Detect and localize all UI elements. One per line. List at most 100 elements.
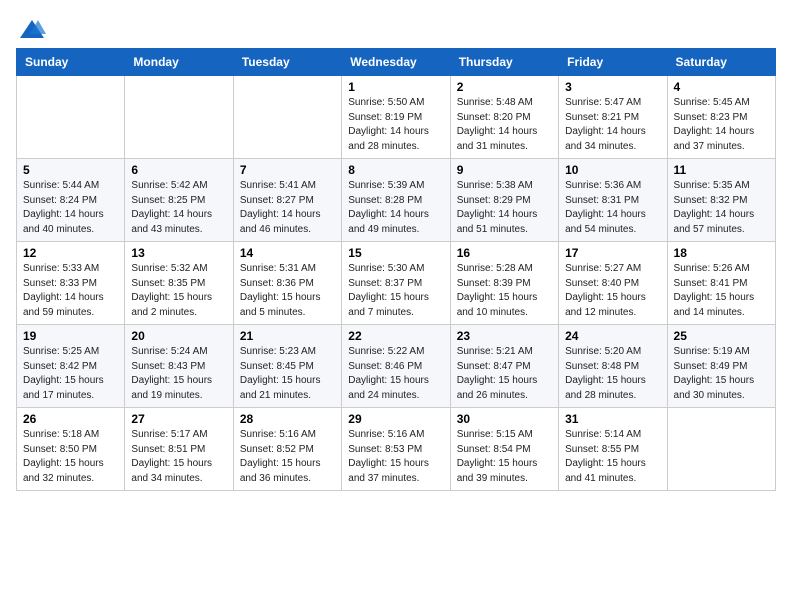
day-number: 16 xyxy=(457,246,552,260)
calendar-cell: 2 Sunrise: 5:48 AM Sunset: 8:20 PM Daylig… xyxy=(450,76,558,159)
day-number: 9 xyxy=(457,163,552,177)
day-number: 20 xyxy=(131,329,226,343)
day-number: 28 xyxy=(240,412,335,426)
day-info: Sunrise: 5:41 AM Sunset: 8:27 PM Dayligh… xyxy=(240,179,335,237)
calendar-cell: 3Sunrise: 5:47 AM Sunset: 8:21 PM Daylig… xyxy=(559,76,667,159)
calendar-cell: 19Sunrise: 5:25 AM Sunset: 8:42 PM Dayli… xyxy=(17,325,125,408)
day-info: Sunrise: 5:50 AM Sunset: 8:19 PM Dayligh… xyxy=(348,96,443,154)
weekday-sunday: Sunday xyxy=(17,49,125,76)
calendar-week-3: 12 Sunrise: 5:33 AM Sunset: 8:33 PM Dayli… xyxy=(17,242,776,325)
day-info: Sunrise: 5:27 AM Sunset: 8:40 PM Dayligh… xyxy=(565,262,660,320)
day-info: Sunrise: 5:28 AM Sunset: 8:39 PM Dayligh… xyxy=(457,262,552,320)
page-header xyxy=(16,16,776,40)
day-info: Sunrise: 5:16 AM Sunset: 8:52 PM Dayligh… xyxy=(240,428,335,486)
day-info: Sunrise: 5:39 AM Sunset: 8:28 PM Dayligh… xyxy=(348,179,443,237)
calendar-cell: 22 Sunrise: 5:22 AM Sunset: 8:46 PM Dayli… xyxy=(342,325,450,408)
day-number: 5 xyxy=(23,163,118,177)
day-info: Sunrise: 5:21 AM Sunset: 8:47 PM Dayligh… xyxy=(457,345,552,403)
day-info: Sunrise: 5:42 AM Sunset: 8:25 PM Dayligh… xyxy=(131,179,226,237)
weekday-monday: Monday xyxy=(125,49,233,76)
calendar-cell: 1Sunrise: 5:50 AM Sunset: 8:19 PM Daylig… xyxy=(342,76,450,159)
calendar-cell: 11Sunrise: 5:35 AM Sunset: 8:32 PM Dayli… xyxy=(667,159,775,242)
day-number: 30 xyxy=(457,412,552,426)
calendar-cell xyxy=(233,76,341,159)
day-info: Sunrise: 5:14 AM Sunset: 8:55 PM Dayligh… xyxy=(565,428,660,486)
weekday-tuesday: Tuesday xyxy=(233,49,341,76)
weekday-friday: Friday xyxy=(559,49,667,76)
calendar-cell: 14 Sunrise: 5:31 AM Sunset: 8:36 PM Dayli… xyxy=(233,242,341,325)
day-info: Sunrise: 5:23 AM Sunset: 8:45 PM Dayligh… xyxy=(240,345,335,403)
day-number: 13 xyxy=(131,246,226,260)
day-number: 27 xyxy=(131,412,226,426)
calendar-cell: 17 Sunrise: 5:27 AM Sunset: 8:40 PM Dayli… xyxy=(559,242,667,325)
calendar-cell: 9 Sunrise: 5:38 AM Sunset: 8:29 PM Daylig… xyxy=(450,159,558,242)
calendar-cell: 12 Sunrise: 5:33 AM Sunset: 8:33 PM Dayli… xyxy=(17,242,125,325)
day-info: Sunrise: 5:16 AM Sunset: 8:53 PM Dayligh… xyxy=(348,428,443,486)
calendar-cell: 29 Sunrise: 5:16 AM Sunset: 8:53 PM Dayli… xyxy=(342,408,450,491)
day-info: Sunrise: 5:26 AM Sunset: 8:41 PM Dayligh… xyxy=(674,262,769,320)
calendar-cell: 4 Sunrise: 5:45 AM Sunset: 8:23 PM Daylig… xyxy=(667,76,775,159)
calendar-cell: 30Sunrise: 5:15 AM Sunset: 8:54 PM Dayli… xyxy=(450,408,558,491)
calendar-week-4: 19Sunrise: 5:25 AM Sunset: 8:42 PM Dayli… xyxy=(17,325,776,408)
day-number: 3 xyxy=(565,80,660,94)
weekday-wednesday: Wednesday xyxy=(342,49,450,76)
day-number: 18 xyxy=(674,246,769,260)
day-info: Sunrise: 5:48 AM Sunset: 8:20 PM Dayligh… xyxy=(457,96,552,154)
day-info: Sunrise: 5:20 AM Sunset: 8:48 PM Dayligh… xyxy=(565,345,660,403)
day-number: 7 xyxy=(240,163,335,177)
calendar-cell: 25 Sunrise: 5:19 AM Sunset: 8:49 PM Dayli… xyxy=(667,325,775,408)
day-info: Sunrise: 5:36 AM Sunset: 8:31 PM Dayligh… xyxy=(565,179,660,237)
day-info: Sunrise: 5:35 AM Sunset: 8:32 PM Dayligh… xyxy=(674,179,769,237)
day-info: Sunrise: 5:38 AM Sunset: 8:29 PM Dayligh… xyxy=(457,179,552,237)
day-info: Sunrise: 5:44 AM Sunset: 8:24 PM Dayligh… xyxy=(23,179,118,237)
day-number: 19 xyxy=(23,329,118,343)
day-number: 12 xyxy=(23,246,118,260)
calendar-cell: 31Sunrise: 5:14 AM Sunset: 8:55 PM Dayli… xyxy=(559,408,667,491)
day-info: Sunrise: 5:45 AM Sunset: 8:23 PM Dayligh… xyxy=(674,96,769,154)
day-info: Sunrise: 5:32 AM Sunset: 8:35 PM Dayligh… xyxy=(131,262,226,320)
calendar-cell: 13 Sunrise: 5:32 AM Sunset: 8:35 PM Dayli… xyxy=(125,242,233,325)
day-number: 4 xyxy=(674,80,769,94)
day-number: 25 xyxy=(674,329,769,343)
calendar-cell: 7 Sunrise: 5:41 AM Sunset: 8:27 PM Daylig… xyxy=(233,159,341,242)
calendar-cell: 18 Sunrise: 5:26 AM Sunset: 8:41 PM Dayli… xyxy=(667,242,775,325)
day-info: Sunrise: 5:18 AM Sunset: 8:50 PM Dayligh… xyxy=(23,428,118,486)
weekday-header-row: SundayMondayTuesdayWednesdayThursdayFrid… xyxy=(17,49,776,76)
day-number: 22 xyxy=(348,329,443,343)
logo xyxy=(16,16,46,40)
calendar-cell xyxy=(125,76,233,159)
calendar-cell: 26 Sunrise: 5:18 AM Sunset: 8:50 PM Dayli… xyxy=(17,408,125,491)
calendar-week-2: 5 Sunrise: 5:44 AM Sunset: 8:24 PM Daylig… xyxy=(17,159,776,242)
weekday-saturday: Saturday xyxy=(667,49,775,76)
calendar-cell: 20 Sunrise: 5:24 AM Sunset: 8:43 PM Dayli… xyxy=(125,325,233,408)
day-info: Sunrise: 5:31 AM Sunset: 8:36 PM Dayligh… xyxy=(240,262,335,320)
calendar-cell: 23 Sunrise: 5:21 AM Sunset: 8:47 PM Dayli… xyxy=(450,325,558,408)
day-info: Sunrise: 5:17 AM Sunset: 8:51 PM Dayligh… xyxy=(131,428,226,486)
day-info: Sunrise: 5:33 AM Sunset: 8:33 PM Dayligh… xyxy=(23,262,118,320)
calendar-cell: 21 Sunrise: 5:23 AM Sunset: 8:45 PM Dayli… xyxy=(233,325,341,408)
day-info: Sunrise: 5:24 AM Sunset: 8:43 PM Dayligh… xyxy=(131,345,226,403)
calendar-cell: 10 Sunrise: 5:36 AM Sunset: 8:31 PM Dayli… xyxy=(559,159,667,242)
day-info: Sunrise: 5:22 AM Sunset: 8:46 PM Dayligh… xyxy=(348,345,443,403)
day-number: 17 xyxy=(565,246,660,260)
calendar-cell: 6 Sunrise: 5:42 AM Sunset: 8:25 PM Daylig… xyxy=(125,159,233,242)
day-number: 29 xyxy=(348,412,443,426)
calendar-cell: 24Sunrise: 5:20 AM Sunset: 8:48 PM Dayli… xyxy=(559,325,667,408)
day-number: 6 xyxy=(131,163,226,177)
day-number: 21 xyxy=(240,329,335,343)
day-number: 26 xyxy=(23,412,118,426)
calendar-cell: 5 Sunrise: 5:44 AM Sunset: 8:24 PM Daylig… xyxy=(17,159,125,242)
day-number: 23 xyxy=(457,329,552,343)
calendar-cell xyxy=(17,76,125,159)
day-info: Sunrise: 5:19 AM Sunset: 8:49 PM Dayligh… xyxy=(674,345,769,403)
day-number: 14 xyxy=(240,246,335,260)
calendar-table: SundayMondayTuesdayWednesdayThursdayFrid… xyxy=(16,48,776,491)
calendar-cell: 27 Sunrise: 5:17 AM Sunset: 8:51 PM Dayli… xyxy=(125,408,233,491)
calendar-cell: 8Sunrise: 5:39 AM Sunset: 8:28 PM Daylig… xyxy=(342,159,450,242)
calendar-cell: 28 Sunrise: 5:16 AM Sunset: 8:52 PM Dayli… xyxy=(233,408,341,491)
calendar-week-1: 1Sunrise: 5:50 AM Sunset: 8:19 PM Daylig… xyxy=(17,76,776,159)
calendar-cell xyxy=(667,408,775,491)
day-number: 2 xyxy=(457,80,552,94)
weekday-thursday: Thursday xyxy=(450,49,558,76)
day-number: 10 xyxy=(565,163,660,177)
